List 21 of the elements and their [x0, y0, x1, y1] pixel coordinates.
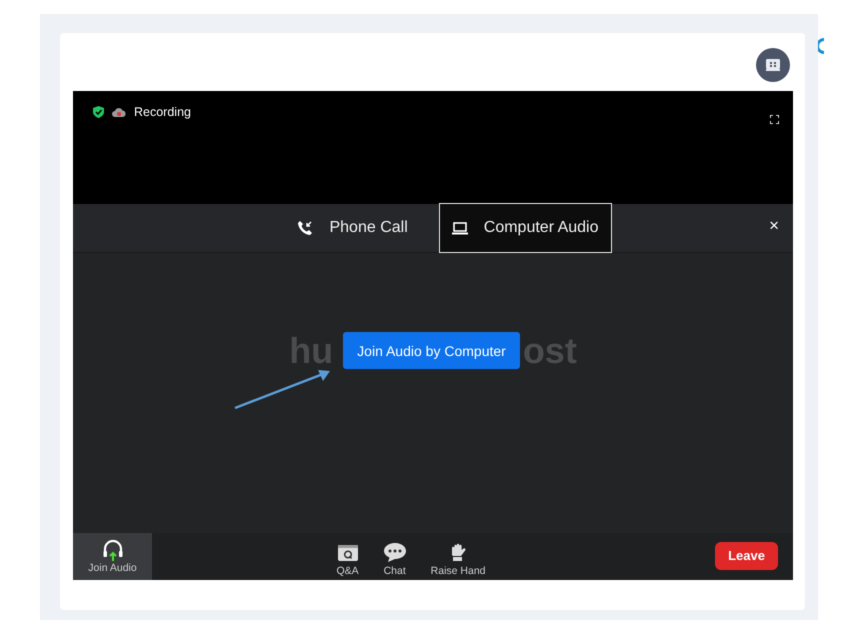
cloud-icon — [112, 108, 126, 116]
audio-tab[interactable]: Computer Audio — [438, 203, 612, 253]
recording-label: Recording — [134, 105, 191, 119]
audio-tab[interactable]: Phone Call — [284, 203, 421, 253]
join-audio-button[interactable]: Join Audio — [73, 533, 152, 580]
chat-icon — [382, 542, 407, 562]
headphones-icon — [102, 539, 124, 561]
close-button[interactable]: × — [767, 216, 781, 236]
shield-icon — [93, 106, 104, 118]
phone-icon — [297, 220, 314, 236]
join-audio-button[interactable]: Join Audio by Computer — [343, 332, 520, 369]
grid-icon — [766, 59, 780, 71]
status-icon — [818, 38, 824, 54]
laptop-icon — [452, 222, 468, 234]
toolbar-button[interactable]: Q&A — [330, 533, 365, 580]
toolbar-button[interactable]: Chat — [376, 533, 413, 580]
leave-button[interactable]: Leave — [715, 542, 778, 570]
qa-icon — [336, 544, 359, 562]
toolbar-button[interactable]: Raise Hand — [424, 533, 492, 580]
expand-icon — [770, 115, 779, 124]
avatar-button[interactable] — [756, 48, 790, 82]
